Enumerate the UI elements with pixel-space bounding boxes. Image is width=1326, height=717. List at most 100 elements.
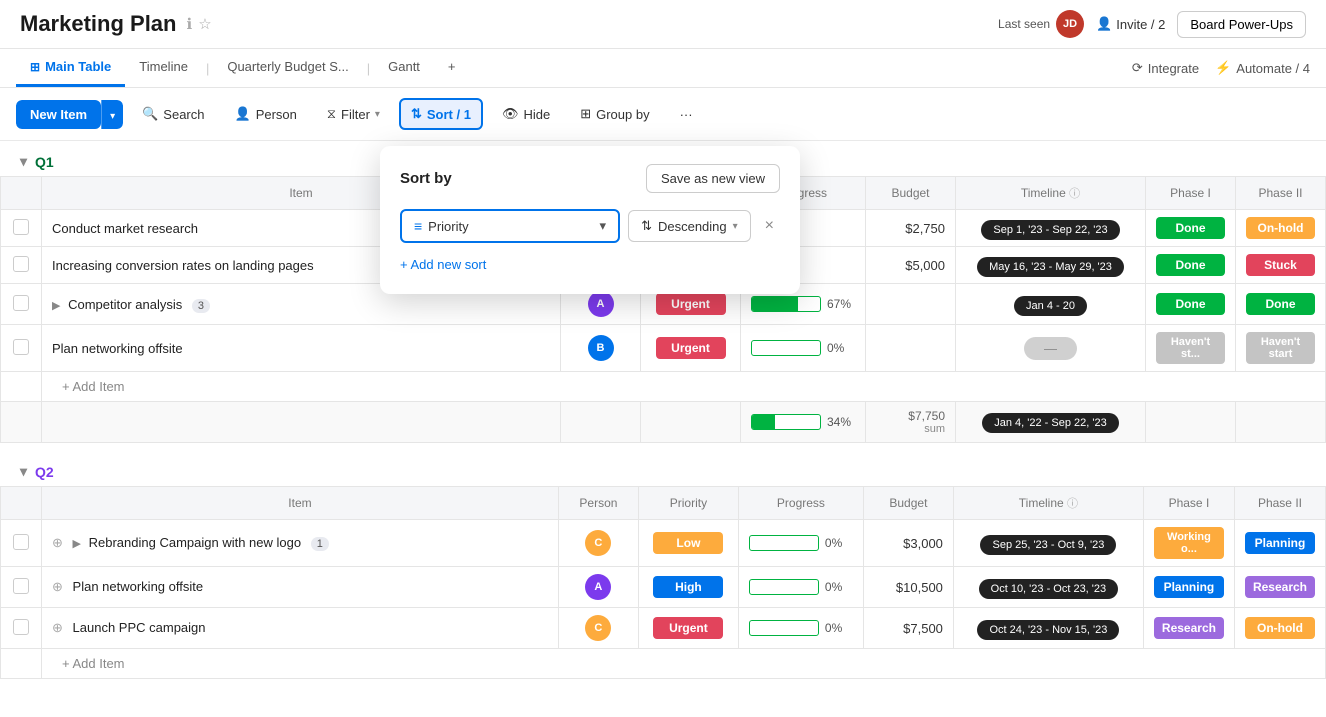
- row-checkbox[interactable]: [13, 339, 29, 355]
- sort-field-label: Priority: [428, 219, 593, 234]
- tab-gantt[interactable]: Gantt: [374, 49, 434, 87]
- item-name-cell: ⊕ Launch PPC campaign: [42, 608, 559, 649]
- phase2-cell: On-hold: [1234, 608, 1325, 649]
- add-item-row[interactable]: + Add Item: [1, 649, 1326, 679]
- col-phase1-header: Phase I: [1143, 487, 1234, 520]
- search-button[interactable]: 🔍 Search: [131, 99, 215, 129]
- new-item-label: New Item: [30, 107, 87, 122]
- integrate-button[interactable]: ⟳ Integrate: [1132, 60, 1199, 76]
- timeline-info-icon[interactable]: ⓘ: [1069, 188, 1080, 200]
- add-subitem-icon[interactable]: ⊕: [52, 579, 63, 594]
- q2-toggle[interactable]: ▾: [20, 463, 27, 480]
- table-row: ⊕ Launch PPC campaign C Urgent 0%: [1, 608, 1326, 649]
- automate-icon: ⚡: [1215, 60, 1231, 76]
- person-button[interactable]: 👤 Person: [224, 99, 308, 129]
- col-item-header: Item: [42, 487, 559, 520]
- progress-cell: 0%: [738, 567, 863, 608]
- star-icon[interactable]: ☆: [198, 15, 211, 33]
- sort-popup-title: Sort by: [400, 170, 452, 187]
- q1-toggle[interactable]: ▾: [20, 153, 27, 170]
- phase1-cell: Haven't st...: [1146, 325, 1236, 372]
- table-row: Plan networking offsite B Urgent 0%: [1, 325, 1326, 372]
- row-checkbox[interactable]: [13, 295, 29, 311]
- avatar: C: [585, 530, 611, 556]
- avatar: JD: [1056, 10, 1084, 38]
- tabs-bar: ⊞ Main Table Timeline | Quarterly Budget…: [0, 49, 1326, 88]
- row-checkbox[interactable]: [13, 256, 29, 272]
- phase2-cell: Planning: [1234, 520, 1325, 567]
- person-icon: 👤: [235, 106, 251, 122]
- save-as-new-button[interactable]: Save as new view: [646, 164, 780, 193]
- sub-item-count: 1: [311, 537, 329, 551]
- sort-order-select[interactable]: ⇅ Descending ▾: [628, 210, 751, 242]
- col-checkbox: [1, 177, 42, 210]
- add-item-label[interactable]: + Add Item: [42, 649, 1326, 679]
- avatar: C: [585, 615, 611, 641]
- group-by-button[interactable]: ⊞ Group by: [569, 99, 660, 129]
- q1-label: Q1: [35, 154, 54, 170]
- item-name-cell: ⊕ ▶ Rebranding Campaign with new logo 1: [42, 520, 559, 567]
- sort-icon: ⇅: [411, 106, 422, 122]
- new-item-dropdown-arrow[interactable]: ▾: [101, 100, 123, 129]
- toolbar: New Item ▾ 🔍 Search 👤 Person ⧖ Filter ▾ …: [0, 88, 1326, 141]
- add-item-row[interactable]: + Add Item: [1, 372, 1326, 402]
- tab-main-table[interactable]: ⊞ Main Table: [16, 49, 125, 87]
- header-right: Last seen JD 👤 Invite / 2 Board Power-Up…: [998, 10, 1306, 38]
- sort-row-close-button[interactable]: ×: [759, 215, 780, 237]
- sort-field-select[interactable]: ≡ Priority ▾: [400, 209, 620, 243]
- priority-cell: High: [638, 567, 738, 608]
- add-item-label[interactable]: + Add Item: [42, 372, 1326, 402]
- budget-cell: $10,500: [863, 567, 953, 608]
- timeline-info-icon[interactable]: ⓘ: [1067, 498, 1078, 510]
- col-progress-header: Progress: [738, 487, 863, 520]
- automate-button[interactable]: ⚡ Automate / 4: [1215, 60, 1310, 76]
- tab-label: Quarterly Budget S...: [227, 59, 348, 74]
- filter-button[interactable]: ⧖ Filter ▾: [316, 99, 391, 129]
- sort-order-label: Descending: [658, 219, 727, 234]
- col-timeline-header: Timeline ⓘ: [953, 487, 1143, 520]
- hide-button[interactable]: 👁 Hide: [491, 99, 561, 129]
- phase2-cell: Done: [1236, 284, 1326, 325]
- more-button[interactable]: ···: [669, 100, 704, 129]
- info-icon[interactable]: ℹ: [186, 15, 192, 33]
- sort-popup: Sort by Save as new view ≡ Priority ▾ ⇅ …: [380, 146, 800, 294]
- filter-dropdown-icon: ▾: [375, 109, 380, 120]
- progress-cell: 0%: [738, 520, 863, 567]
- row-checkbox[interactable]: [13, 578, 29, 594]
- col-budget-header: Budget: [863, 487, 953, 520]
- col-phase2-header: Phase II: [1234, 487, 1325, 520]
- sort-button[interactable]: ⇅ Sort / 1: [399, 98, 483, 130]
- sort-popup-header: Sort by Save as new view: [400, 164, 780, 193]
- new-item-button[interactable]: New Item: [16, 100, 101, 129]
- budget-cell: $2,750: [866, 210, 956, 247]
- row-checkbox[interactable]: [13, 219, 29, 235]
- add-sort-button[interactable]: + Add new sort: [400, 253, 780, 276]
- tab-quarterly-budget[interactable]: Quarterly Budget S...: [213, 49, 362, 87]
- expand-icon[interactable]: ▶: [73, 538, 81, 550]
- table-row: ⊕ Plan networking offsite A High 0%: [1, 567, 1326, 608]
- row-checkbox[interactable]: [13, 534, 29, 550]
- progress-fill: [752, 297, 798, 311]
- row-checkbox[interactable]: [13, 619, 29, 635]
- hide-icon: 👁: [502, 106, 519, 122]
- group-icon: ⊞: [580, 106, 591, 122]
- tab-add[interactable]: +: [434, 49, 470, 87]
- add-subitem-icon[interactable]: ⊕: [52, 620, 63, 635]
- tab-label: Timeline: [139, 59, 188, 74]
- tab-timeline[interactable]: Timeline: [125, 49, 202, 87]
- avatar: A: [588, 291, 614, 317]
- priority-cell: Urgent: [641, 325, 741, 372]
- col-phase1-header: Phase I: [1146, 177, 1236, 210]
- add-tab-icon: +: [448, 59, 456, 74]
- item-name-cell: Plan networking offsite: [42, 325, 561, 372]
- timeline-cell: —: [956, 325, 1146, 372]
- table-row: ⊕ ▶ Rebranding Campaign with new logo 1 …: [1, 520, 1326, 567]
- add-subitem-icon[interactable]: ⊕: [52, 535, 63, 550]
- col-phase2-header: Phase II: [1236, 177, 1326, 210]
- tabs-right: ⟳ Integrate ⚡ Automate / 4: [1132, 60, 1310, 76]
- invite-button[interactable]: 👤 Invite / 2: [1096, 16, 1165, 32]
- phase1-cell: Done: [1146, 247, 1236, 284]
- col-checkbox: [1, 487, 42, 520]
- board-power-ups-button[interactable]: Board Power-Ups: [1177, 11, 1306, 38]
- expand-icon[interactable]: ▶: [52, 300, 60, 312]
